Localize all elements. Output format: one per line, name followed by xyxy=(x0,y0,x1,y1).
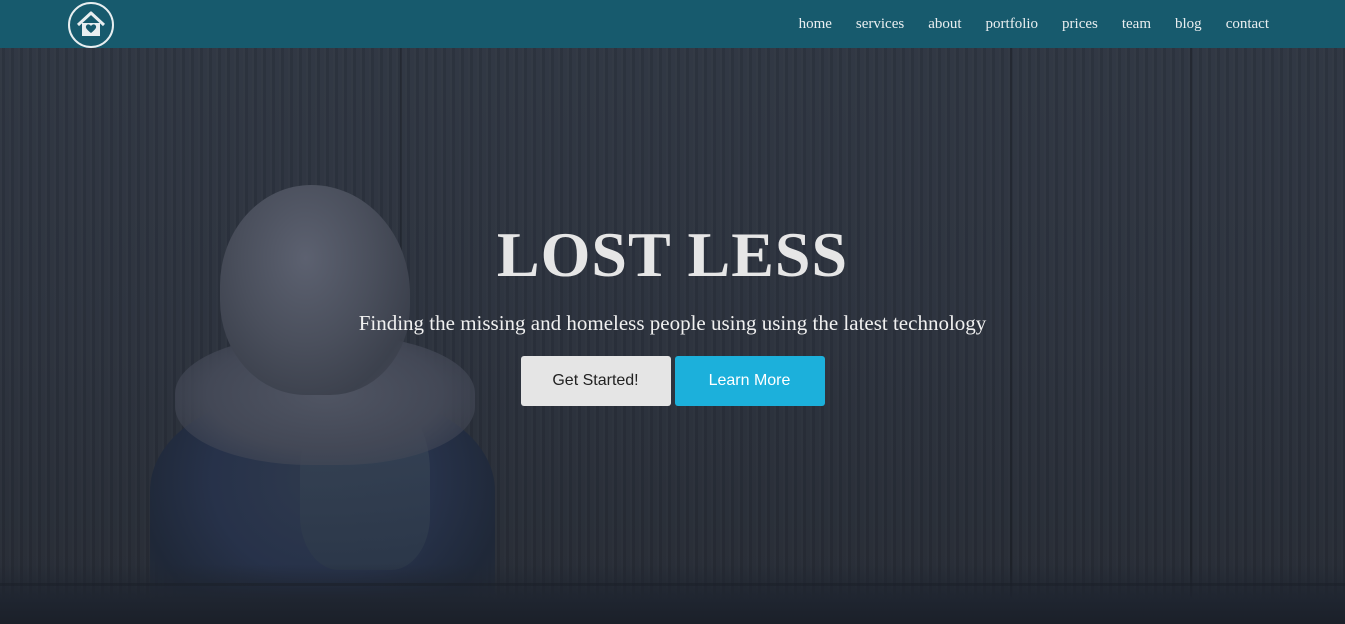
nav-prices[interactable]: prices xyxy=(1062,0,1098,48)
nav-blog[interactable]: blog xyxy=(1175,0,1202,48)
hero-title: LOST LESS xyxy=(496,219,849,290)
nav-services[interactable]: services xyxy=(856,0,904,48)
get-started-button[interactable]: Get Started! xyxy=(520,356,671,406)
hero-content: LOST LESS Finding the missing and homele… xyxy=(0,215,1345,406)
learn-more-button[interactable]: Learn More xyxy=(674,356,825,406)
nav-portfolio[interactable]: portfolio xyxy=(986,0,1039,48)
hero-tagline: Finding the missing and homeless people … xyxy=(358,311,987,335)
hero-buttons: Get Started! Learn More xyxy=(0,356,1345,406)
nav-contact[interactable]: contact xyxy=(1226,0,1269,48)
nav-home[interactable]: home xyxy=(799,0,832,48)
navbar: home services about portfolio prices tea… xyxy=(0,0,1345,48)
floor-shadow xyxy=(0,564,1345,624)
house-heart-icon[interactable] xyxy=(68,1,114,48)
nav-team[interactable]: team xyxy=(1122,0,1151,48)
nav-about[interactable]: about xyxy=(928,0,961,48)
main-nav: home services about portfolio prices tea… xyxy=(775,0,1269,48)
